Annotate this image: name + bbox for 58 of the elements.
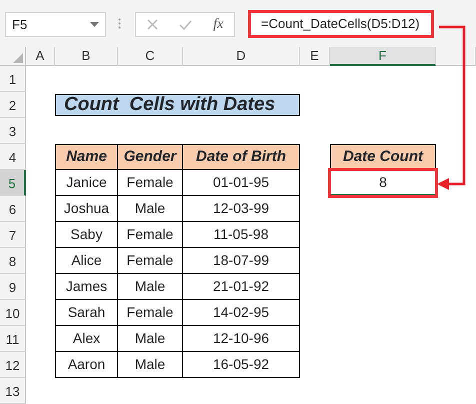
column-heading: Gender xyxy=(118,144,183,170)
table-cell: 14-02-95 xyxy=(183,300,300,326)
insert-function-button[interactable]: fx xyxy=(213,14,224,35)
table-cell: Aaron xyxy=(55,352,118,378)
cancel-icon[interactable] xyxy=(146,19,158,30)
row-header[interactable]: 12 xyxy=(0,352,26,378)
sheet-title: Count Cells with Dates xyxy=(55,94,300,116)
column-header[interactable]: B xyxy=(55,47,118,66)
table-cell: Janice xyxy=(55,170,118,196)
row-header[interactable]: 3 xyxy=(0,118,26,144)
table-cell: Male xyxy=(118,352,183,378)
table-cell: 12-10-96 xyxy=(183,326,300,352)
column-header[interactable]: C xyxy=(118,47,183,66)
table-cell: 11-05-98 xyxy=(183,222,300,248)
table-cell: James xyxy=(55,274,118,300)
table-cell: 01-01-95 xyxy=(183,170,300,196)
row-header[interactable]: 7 xyxy=(0,222,26,248)
table-cell: Female xyxy=(118,222,183,248)
name-box[interactable]: F5 xyxy=(5,12,106,37)
row-header[interactable]: 10 xyxy=(0,300,26,326)
table-cell: 12-03-99 xyxy=(183,196,300,222)
table-cell: Female xyxy=(118,170,183,196)
row-header[interactable]: 6 xyxy=(0,196,26,222)
table-cell: Sarah xyxy=(55,300,118,326)
table-cell: 21-01-92 xyxy=(183,274,300,300)
column-header[interactable]: E xyxy=(300,47,330,66)
row-header[interactable]: 4 xyxy=(0,144,26,170)
column-heading: Date Count xyxy=(330,144,436,170)
row-header[interactable]: 13 xyxy=(0,378,26,404)
table-cell: 16-05-92 xyxy=(183,352,300,378)
table-cell: Male xyxy=(118,326,183,352)
formula-field[interactable]: =Count_DateCells(D5:D12) xyxy=(248,10,434,38)
row-header[interactable]: 1 xyxy=(0,66,26,92)
column-header[interactable]: A xyxy=(26,47,55,66)
column-header[interactable]: F xyxy=(330,47,436,66)
cell-reference: F5 xyxy=(12,16,28,34)
table-cell: Female xyxy=(118,248,183,274)
column-heading: Date of Birth xyxy=(183,144,300,170)
table-cell: Alice xyxy=(55,248,118,274)
table-cell: Female xyxy=(118,300,183,326)
check-icon[interactable] xyxy=(178,20,192,30)
column-heading: Name xyxy=(55,144,118,170)
column-header[interactable]: D xyxy=(183,47,300,66)
table-cell: Male xyxy=(118,196,183,222)
row-header[interactable]: 8 xyxy=(0,248,26,274)
dropdown-caret-icon[interactable] xyxy=(90,22,99,27)
select-all-icon[interactable] xyxy=(13,53,23,63)
table-cell: 18-07-99 xyxy=(183,248,300,274)
result-cell[interactable]: 8 xyxy=(330,170,436,196)
table-cell: Joshua xyxy=(55,196,118,222)
table-cell: Alex xyxy=(55,326,118,352)
row-header[interactable]: 5 xyxy=(0,170,26,196)
row-header[interactable]: 9 xyxy=(0,274,26,300)
table-cell: Male xyxy=(118,274,183,300)
table-cell: Saby xyxy=(55,222,118,248)
row-header[interactable]: 11 xyxy=(0,326,26,352)
row-header[interactable]: 2 xyxy=(0,92,26,118)
grip-icon xyxy=(118,18,121,29)
